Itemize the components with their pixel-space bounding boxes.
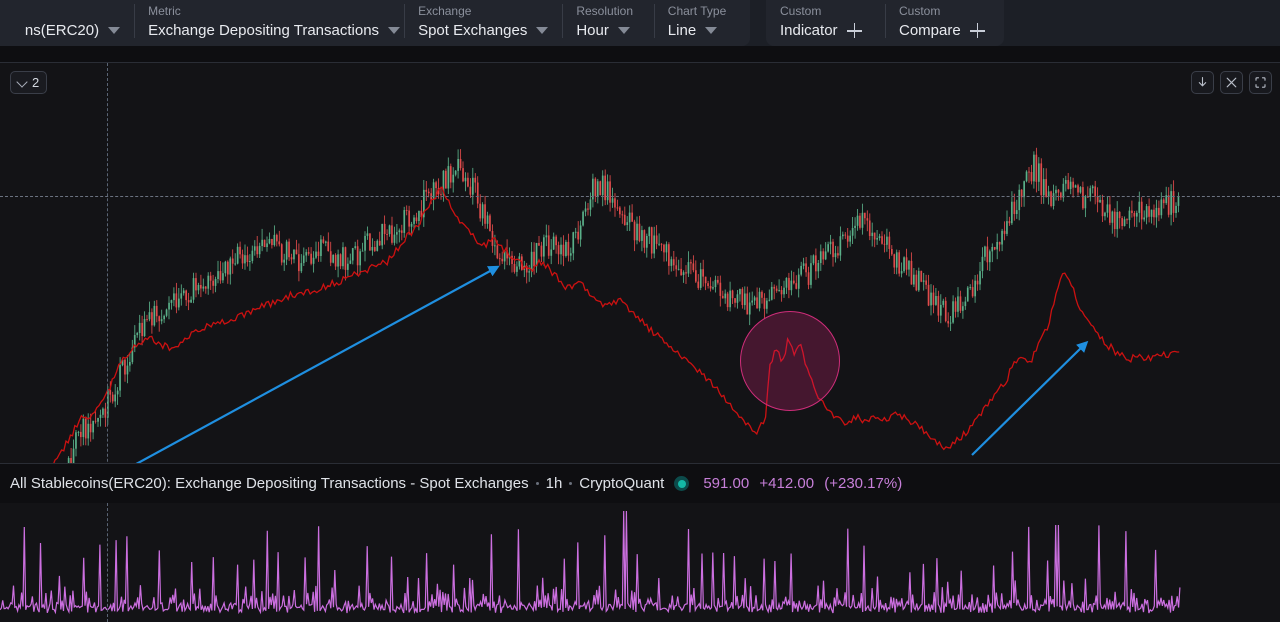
legend-values: 591.00 +412.00 (+230.17%)	[703, 475, 902, 492]
chart-legend: All Stablecoins(ERC20): Exchange Deposit…	[0, 463, 1280, 503]
chevron-down-icon[interactable]	[617, 27, 630, 34]
custom-compare-button[interactable]: Custom Compare	[885, 0, 1004, 46]
exchange-selector[interactable]: Exchange Spot Exchanges	[404, 0, 562, 46]
annotation-arrow-right[interactable]	[971, 340, 1089, 456]
plus-icon[interactable]	[846, 23, 862, 38]
price-chart-panel[interactable]: 2	[0, 63, 1280, 463]
download-icon	[1198, 76, 1207, 87]
toolbar-selectors-group: ns(ERC20) Metric Exchange Depositing Tra…	[0, 0, 750, 46]
legend-separator-dot	[569, 482, 573, 485]
series-count-value: 2	[32, 75, 40, 90]
fullscreen-icon	[1255, 77, 1266, 88]
asset-selector[interactable]: ns(ERC20)	[0, 0, 134, 46]
fullscreen-button[interactable]	[1249, 71, 1272, 94]
legend-change-value: +412.00	[759, 475, 815, 492]
panel-actions	[1191, 71, 1272, 94]
chart-application: ns(ERC20) Metric Exchange Depositing Tra…	[0, 0, 1280, 622]
annotation-arrow-left[interactable]	[105, 265, 500, 463]
series-count-badge[interactable]: 2	[10, 71, 48, 94]
chevron-down-icon[interactable]	[18, 78, 27, 87]
volume-series-layer	[0, 510, 1181, 615]
top-toolbar: ns(ERC20) Metric Exchange Depositing Tra…	[0, 0, 1280, 46]
metric-volume-panel[interactable]	[0, 503, 1280, 622]
custom-indicator-button[interactable]: Custom Indicator	[766, 0, 885, 46]
legend-color-swatch[interactable]	[674, 476, 690, 491]
legend-source: CryptoQuant	[579, 475, 665, 492]
close-icon	[1226, 77, 1237, 88]
chevron-down-icon[interactable]	[108, 27, 121, 34]
resolution-label: Resolution	[576, 4, 634, 18]
download-button[interactable]	[1191, 71, 1214, 94]
resolution-selector[interactable]: Resolution Hour	[562, 0, 653, 46]
chart-header-strip	[0, 46, 1280, 63]
vertical-crosshair-line-volume[interactable]	[107, 503, 108, 622]
chevron-down-icon[interactable]	[536, 27, 549, 34]
custom-compare-label: Custom	[899, 4, 941, 18]
chart-type-label: Chart Type	[667, 4, 727, 18]
plus-icon[interactable]	[969, 23, 985, 38]
custom-compare-value: Compare	[899, 22, 961, 39]
legend-current-value: 591.00	[703, 475, 750, 492]
resolution-value: Hour	[576, 22, 609, 39]
metric-label: Metric	[148, 4, 181, 18]
close-button[interactable]	[1220, 71, 1243, 94]
chart-type-selector[interactable]: Chart Type Line	[653, 0, 750, 46]
annotation-layer	[105, 265, 1089, 463]
legend-separator-dot	[535, 482, 539, 485]
metric-value: Exchange Depositing Transactions	[148, 22, 380, 39]
chart-type-value: Line	[667, 22, 697, 39]
metric-selector[interactable]: Metric Exchange Depositing Transactions	[134, 0, 404, 46]
custom-indicator-value: Indicator	[780, 22, 838, 39]
asset-value: ns(ERC20)	[24, 22, 100, 39]
toolbar-custom-group: Custom Indicator Custom Compare	[766, 0, 1004, 46]
exchange-value: Spot Exchanges	[418, 22, 528, 39]
exchange-label: Exchange	[418, 4, 472, 18]
legend-change-percent: (+230.17%)	[824, 475, 903, 492]
chevron-down-icon[interactable]	[388, 27, 401, 34]
legend-title: All Stablecoins(ERC20): Exchange Deposit…	[10, 475, 529, 492]
legend-resolution: 1h	[545, 475, 563, 492]
chevron-down-icon[interactable]	[705, 27, 718, 34]
custom-indicator-label: Custom	[780, 4, 822, 18]
volume-line-series	[0, 510, 1181, 615]
